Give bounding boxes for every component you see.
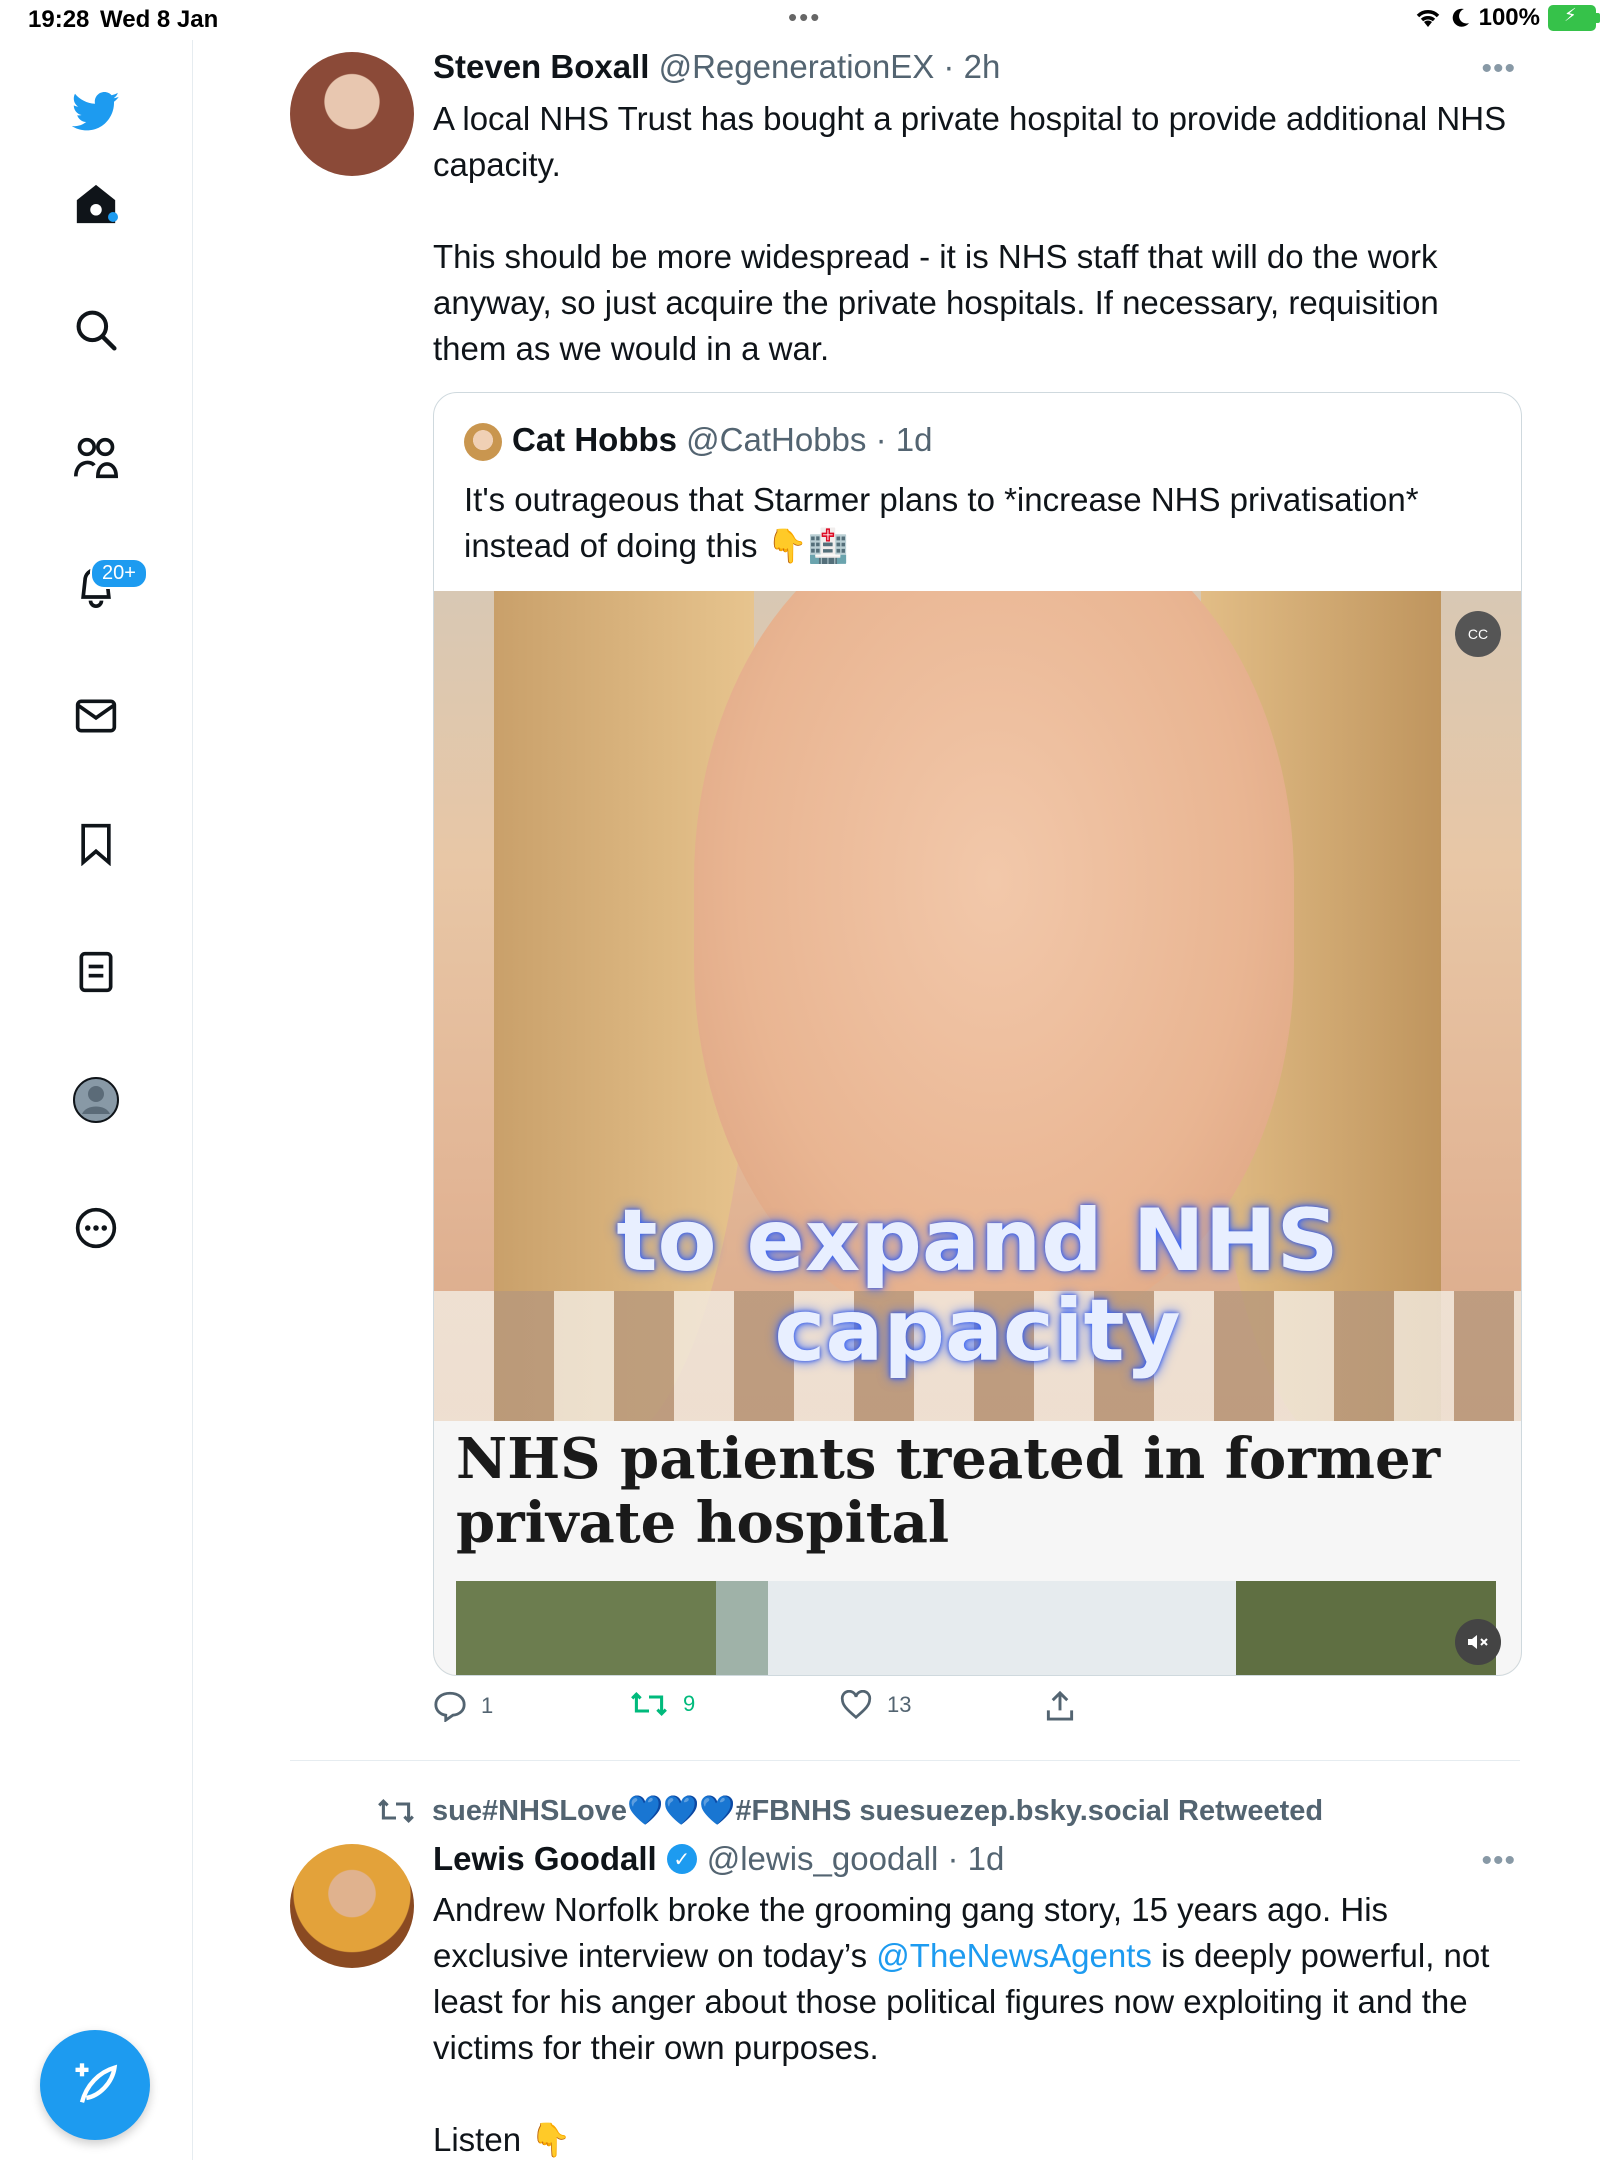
author-name[interactable]: Steven Boxall <box>433 48 649 85</box>
status-time: 19:28 <box>28 6 90 33</box>
battery-percent: 100% <box>1478 4 1540 31</box>
avatar[interactable] <box>290 1844 414 1968</box>
like-count: 13 <box>887 1692 912 1717</box>
retweet-count: 9 <box>683 1691 696 1716</box>
quoted-tweet[interactable]: Cat Hobbs @CatHobbs · 1d It's outrageous… <box>433 392 1522 1676</box>
reply-icon <box>434 1691 466 1722</box>
share-button[interactable] <box>1045 1690 1075 1722</box>
tweet-text-listen: Listen 👇 <box>433 2121 572 2158</box>
multitasking-dots-icon[interactable]: ••• <box>788 2 821 33</box>
retweet-icon <box>378 1799 414 1823</box>
tweet-text: Andrew Norfolk broke the grooming gang s… <box>433 1887 1513 2163</box>
moon-icon <box>1452 8 1469 27</box>
wifi-icon <box>1416 10 1439 27</box>
lists-icon[interactable] <box>72 948 120 996</box>
tweet-divider <box>290 1760 1520 1761</box>
video-caption-line2: capacity <box>774 1281 1181 1381</box>
sidebar: 20+ <box>0 40 193 2160</box>
news-headline-panel: NHS patients treated in former private h… <box>434 1421 1521 1675</box>
notifications-badge: 20+ <box>90 558 148 589</box>
captions-toggle-icon[interactable]: CC <box>1455 611 1501 657</box>
heart-icon <box>840 1690 872 1720</box>
compose-tweet-button[interactable] <box>40 2030 150 2140</box>
author-name[interactable]: Lewis Goodall <box>433 1840 657 1878</box>
twitter-logo-icon[interactable] <box>72 88 120 136</box>
more-options-icon[interactable] <box>72 1204 120 1252</box>
tweet-header: Steven Boxall @RegenerationEX · 2h <box>433 48 1000 86</box>
verified-badge-icon: ✓ <box>666 1844 697 1874</box>
mute-icon[interactable] <box>1455 1619 1501 1665</box>
retweet-icon <box>631 1692 667 1716</box>
search-icon[interactable] <box>72 306 120 354</box>
profile-avatar-icon[interactable] <box>72 1076 120 1124</box>
home-unread-dot <box>108 212 118 222</box>
quote-avatar <box>464 423 502 461</box>
reply-button[interactable]: 1 <box>433 1690 493 1722</box>
battery-icon: ⚡ <box>1548 5 1600 31</box>
communities-icon[interactable] <box>72 434 120 482</box>
author-handle[interactable]: @RegenerationEX · 2h <box>659 48 1001 85</box>
status-indicators: 100% ⚡ <box>1413 4 1600 32</box>
tweet-text: A local NHS Trust has bought a private h… <box>433 100 1507 367</box>
author-handle[interactable]: @lewis_goodall · 1d <box>707 1840 1005 1878</box>
status-date: Wed 8 Jan <box>100 6 219 33</box>
retweeted-by-label: sue#NHSLove💙💙💙#FBNHS suesuezep.bsky.soci… <box>432 1795 1324 1827</box>
messages-icon[interactable] <box>72 692 120 740</box>
avatar[interactable] <box>290 52 414 176</box>
compose-feather-icon <box>75 2063 118 2103</box>
quote-header: Cat Hobbs @CatHobbs · 1d <box>512 421 932 459</box>
video-caption-line1: to expand NHS <box>616 1191 1339 1291</box>
retweet-button[interactable]: 9 <box>629 1690 695 1718</box>
video-player[interactable]: CC to expand NHS capacity NHS patients t… <box>434 591 1521 1675</box>
tweet-actions: 1 9 13 <box>433 1690 1133 1734</box>
status-bar: 19:28 Wed 8 Jan ••• 100% ⚡ <box>0 0 1620 40</box>
quote-text: It's outrageous that Starmer plans to *i… <box>464 481 1419 564</box>
tweet-header: Lewis Goodall ✓ @lewis_goodall · 1d <box>433 1840 1004 1878</box>
like-button[interactable]: 13 <box>839 1690 911 1720</box>
mention-link[interactable]: @TheNewsAgents <box>876 1937 1152 1974</box>
news-photo <box>456 1581 1496 1675</box>
news-headline: NHS patients treated in former private h… <box>456 1426 1441 1556</box>
quote-author-name: Cat Hobbs <box>512 421 677 458</box>
bookmarks-icon[interactable] <box>72 820 120 868</box>
quote-author-handle: @CatHobbs · 1d <box>686 421 933 458</box>
share-icon <box>1046 1690 1074 1721</box>
tweet-more-icon[interactable]: ••• <box>1481 1844 1516 1878</box>
retweeted-by[interactable]: sue#NHSLove💙💙💙#FBNHS suesuezep.bsky.soci… <box>376 1794 1323 1828</box>
tweet-more-icon[interactable]: ••• <box>1481 52 1516 86</box>
reply-count: 1 <box>481 1693 494 1718</box>
